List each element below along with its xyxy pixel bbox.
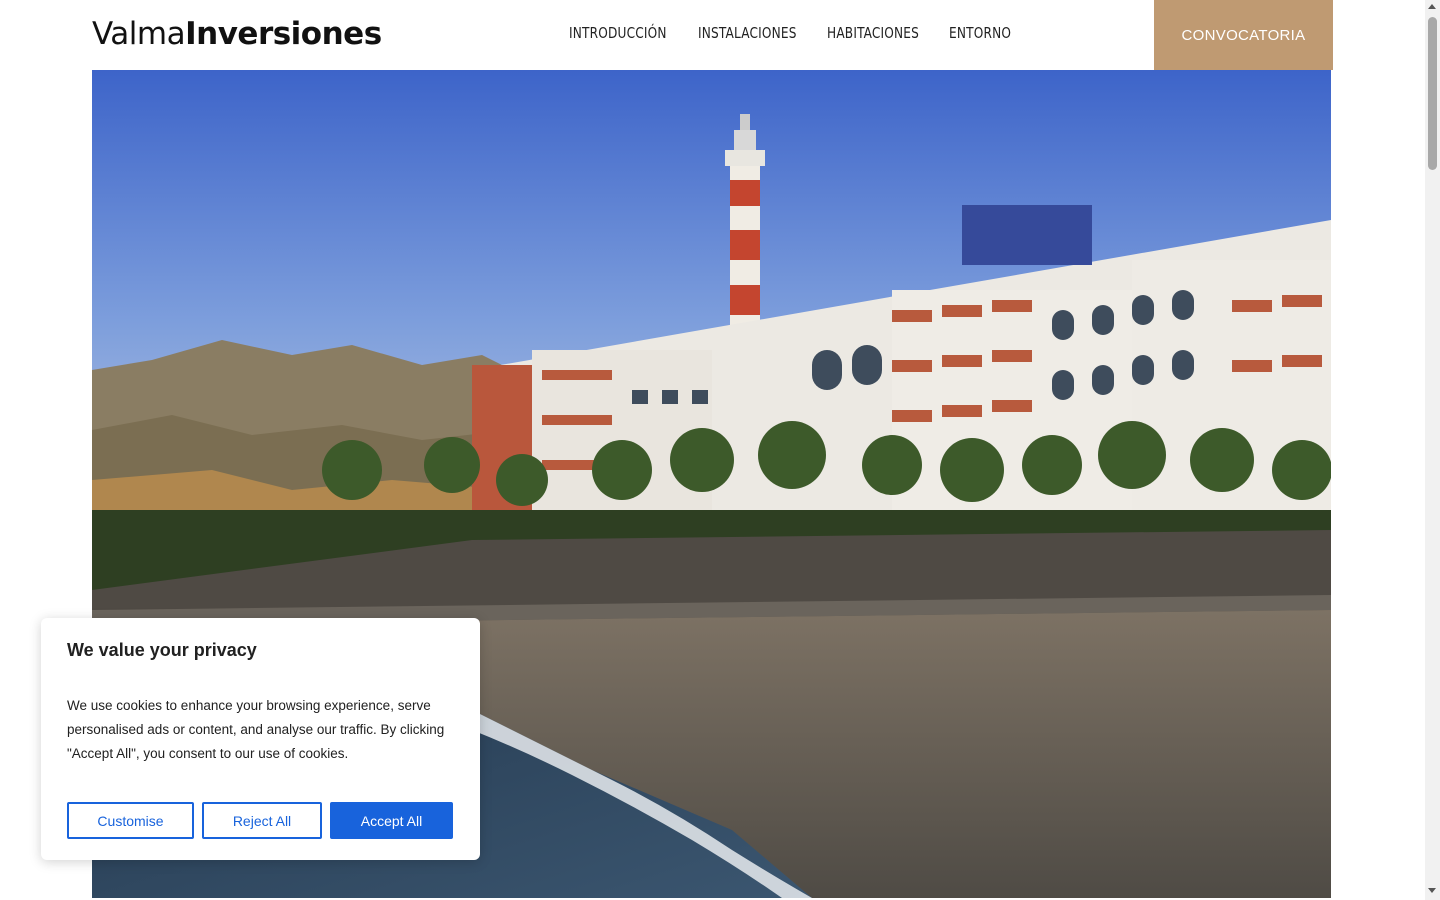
cookie-consent-banner: We value your privacy We use cookies to …: [41, 618, 480, 860]
reject-all-button[interactable]: Reject All: [202, 802, 322, 839]
cookie-banner-title: We value your privacy: [67, 640, 257, 660]
nav-item-instalaciones[interactable]: INSTALACIONES: [698, 24, 797, 42]
scroll-down-arrow-icon[interactable]: [1428, 888, 1436, 893]
cookie-banner-text: We use cookies to enhance your browsing …: [67, 698, 445, 761]
logo-light-text: Valma: [92, 16, 186, 52]
nav-item-entorno[interactable]: ENTORNO: [949, 24, 1011, 42]
main-nav: INTRODUCCIÓN INSTALACIONES HABITACIONES …: [569, 24, 1018, 42]
logo-bold-text: Inversiones: [185, 16, 382, 52]
convocatoria-button[interactable]: CONVOCATORIA: [1154, 0, 1333, 70]
scroll-up-arrow-icon[interactable]: [1428, 4, 1436, 9]
scrollbar-thumb[interactable]: [1428, 17, 1437, 170]
customise-button[interactable]: Customise: [67, 802, 194, 839]
site-header: ValmaInversiones INTRODUCCIÓN INSTALACIO…: [0, 0, 1425, 70]
nav-item-habitaciones[interactable]: HABITACIONES: [827, 24, 919, 42]
site-logo[interactable]: ValmaInversiones: [92, 16, 382, 52]
accept-all-button[interactable]: Accept All: [330, 802, 453, 839]
vertical-scrollbar[interactable]: [1425, 0, 1440, 900]
nav-item-introduccion[interactable]: INTRODUCCIÓN: [569, 24, 667, 42]
